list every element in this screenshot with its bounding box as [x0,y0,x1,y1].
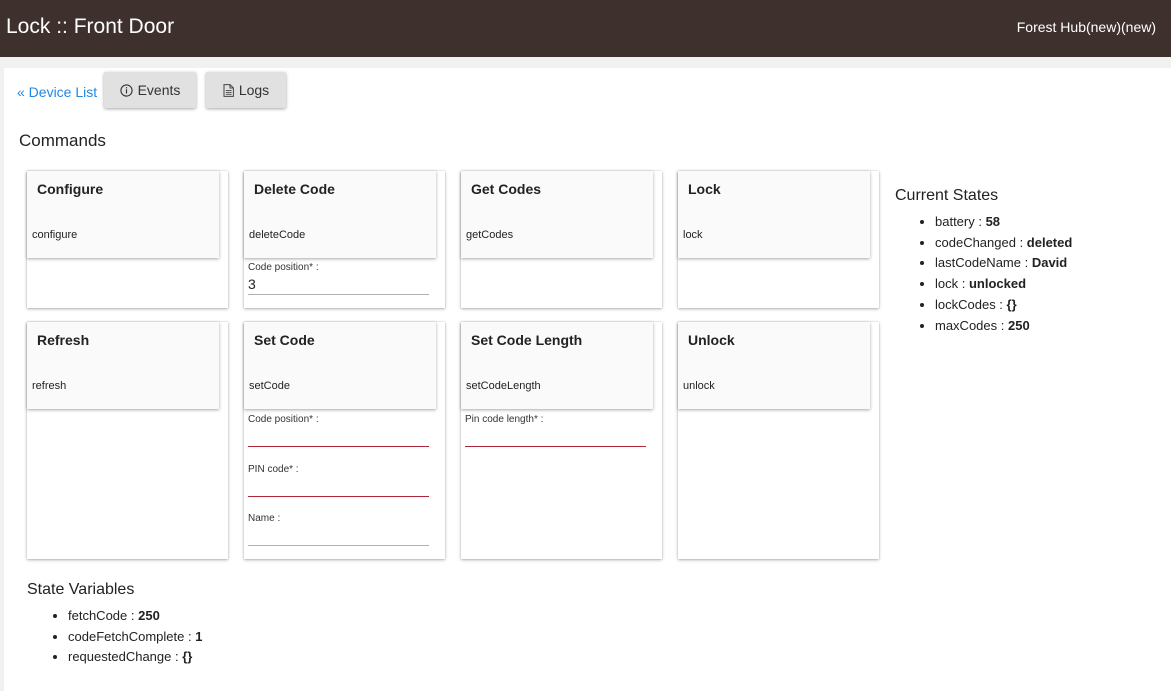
pin-code-length-field: Pin code length* : [465,414,646,447]
command-method: setCodeLength [466,380,541,392]
command-name: Set Code Length [471,332,583,348]
command-name: Lock [688,181,721,197]
command-method: lock [683,229,703,241]
list-item: battery : 58 [935,212,1072,233]
command-card-lock: Lock lock [678,171,879,308]
lock-button[interactable]: Lock lock [678,171,870,258]
app-header: Lock :: Front Door Forest Hub(new)(new) [0,0,1171,57]
set-code-length-button[interactable]: Set Code Length setCodeLength [461,322,653,409]
commands-title: Commands [19,131,106,150]
command-method: getCodes [466,229,514,241]
current-states-list: battery : 58 codeChanged : deleted lastC… [917,212,1072,336]
command-method: configure [32,229,78,241]
command-name: Get Codes [471,181,542,197]
events-button[interactable]: Events [104,72,196,108]
list-item: requestedChange : {} [68,647,202,668]
pin-code-length-input[interactable] [465,425,646,447]
command-card-get-codes: Get Codes getCodes [461,171,662,308]
command-card-delete-code: Delete Code deleteCode Code position* : [244,171,445,308]
hub-name[interactable]: Forest Hub(new)(new) [1017,18,1156,36]
code-position-input[interactable] [248,425,429,447]
command-method: setCode [249,380,290,392]
command-card-configure: Configure configure [27,171,228,308]
name-field: Name : [248,513,429,546]
command-card-refresh: Refresh refresh [27,322,228,559]
pin-code-field: PIN code* : [248,464,429,497]
list-item: fetchCode : 250 [68,606,202,627]
device-details: « Device List Events Logs Commands Confi… [4,68,1171,691]
code-position-label: Code position* : [248,262,319,273]
current-states-title: Current States [895,187,999,204]
name-label: Name : [248,513,281,524]
info-icon [119,83,133,97]
name-input[interactable] [248,524,429,546]
state-variables-list: fetchCode : 250 codeFetchComplete : 1 re… [50,606,202,668]
pin-code-label: PIN code* : [248,464,299,475]
list-item: codeChanged : deleted [935,233,1072,254]
command-card-set-code-length: Set Code Length setCodeLength Pin code l… [461,322,662,559]
state-variables-title: State Variables [27,581,135,598]
page-title: Lock :: Front Door [6,15,175,38]
command-name: Delete Code [254,181,335,197]
code-position-input[interactable] [248,273,429,295]
configure-button[interactable]: Configure configure [27,171,219,258]
command-method: unlock [683,380,715,392]
command-method: deleteCode [249,229,306,241]
pin-code-input[interactable] [248,475,429,497]
device-list-link[interactable]: « Device List [17,84,97,100]
code-position-field: Code position* : [248,414,429,447]
document-icon [223,83,234,97]
list-item: lastCodeName : David [935,253,1072,274]
get-codes-button[interactable]: Get Codes getCodes [461,171,653,258]
refresh-button[interactable]: Refresh refresh [27,322,219,409]
code-position-label: Code position* : [248,414,319,425]
command-card-set-code: Set Code setCode Code position* : PIN co… [244,322,445,559]
command-name: Set Code [254,332,315,348]
unlock-button[interactable]: Unlock unlock [678,322,870,409]
list-item: maxCodes : 250 [935,316,1072,337]
delete-code-button[interactable]: Delete Code deleteCode [244,171,436,258]
pin-code-length-label: Pin code length* : [465,414,544,425]
list-item: codeFetchComplete : 1 [68,627,202,648]
events-label: Events [137,82,181,98]
set-code-button[interactable]: Set Code setCode [244,322,436,409]
logs-label: Logs [238,82,270,98]
command-name: Configure [37,181,104,197]
command-card-unlock: Unlock unlock [678,322,879,559]
code-position-field: Code position* : [248,262,429,295]
logs-button[interactable]: Logs [206,72,286,108]
list-item: lockCodes : {} [935,295,1072,316]
command-name: Unlock [688,332,735,348]
list-item: lock : unlocked [935,274,1072,295]
command-name: Refresh [37,332,90,348]
command-method: refresh [32,380,67,392]
